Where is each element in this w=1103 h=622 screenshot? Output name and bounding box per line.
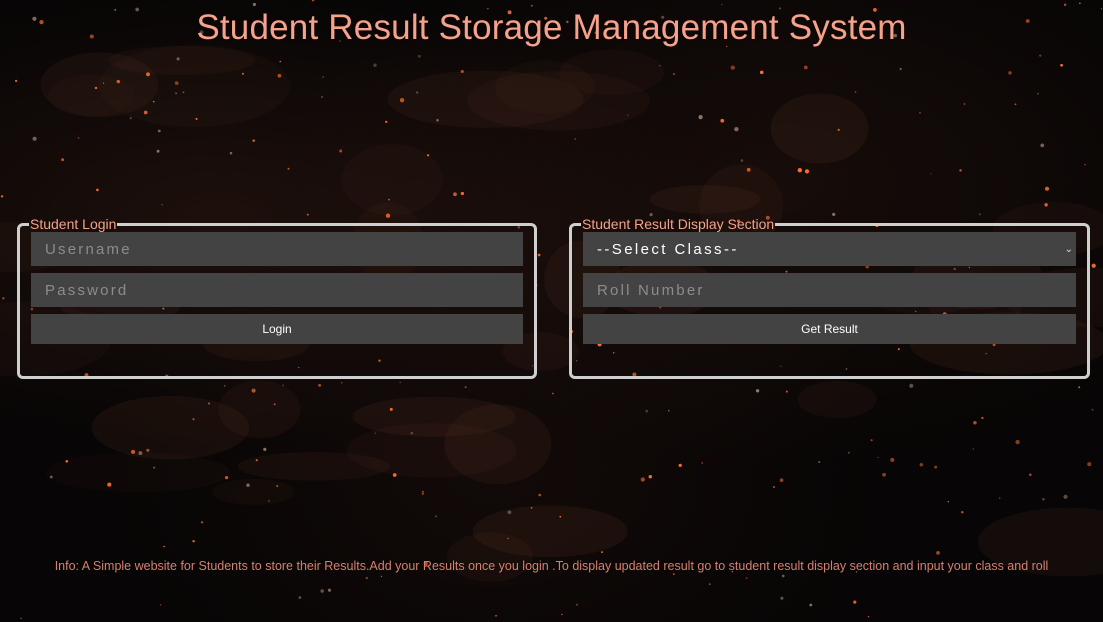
page-background: Student Result Storage Management System… [0, 0, 1103, 622]
info-footer-text: Info: A Simple website for Students to s… [54, 559, 1049, 573]
class-select[interactable]: --Select Class-- ⌄ [583, 232, 1076, 266]
page-title: Student Result Storage Management System [196, 8, 907, 47]
password-input[interactable] [31, 273, 523, 307]
student-login-legend: Student Login [30, 216, 117, 232]
result-display-panel: Student Result Display Section --Select … [569, 216, 1090, 379]
class-select-value: --Select Class-- [597, 240, 739, 258]
login-button[interactable]: Login [31, 314, 523, 344]
get-result-button[interactable]: Get Result [583, 314, 1076, 344]
username-input[interactable] [31, 232, 523, 266]
student-login-panel: Student Login Login [17, 216, 537, 379]
roll-number-input[interactable] [583, 273, 1076, 307]
chevron-down-icon: ⌄ [1064, 243, 1073, 255]
result-display-legend: Student Result Display Section [582, 216, 775, 232]
